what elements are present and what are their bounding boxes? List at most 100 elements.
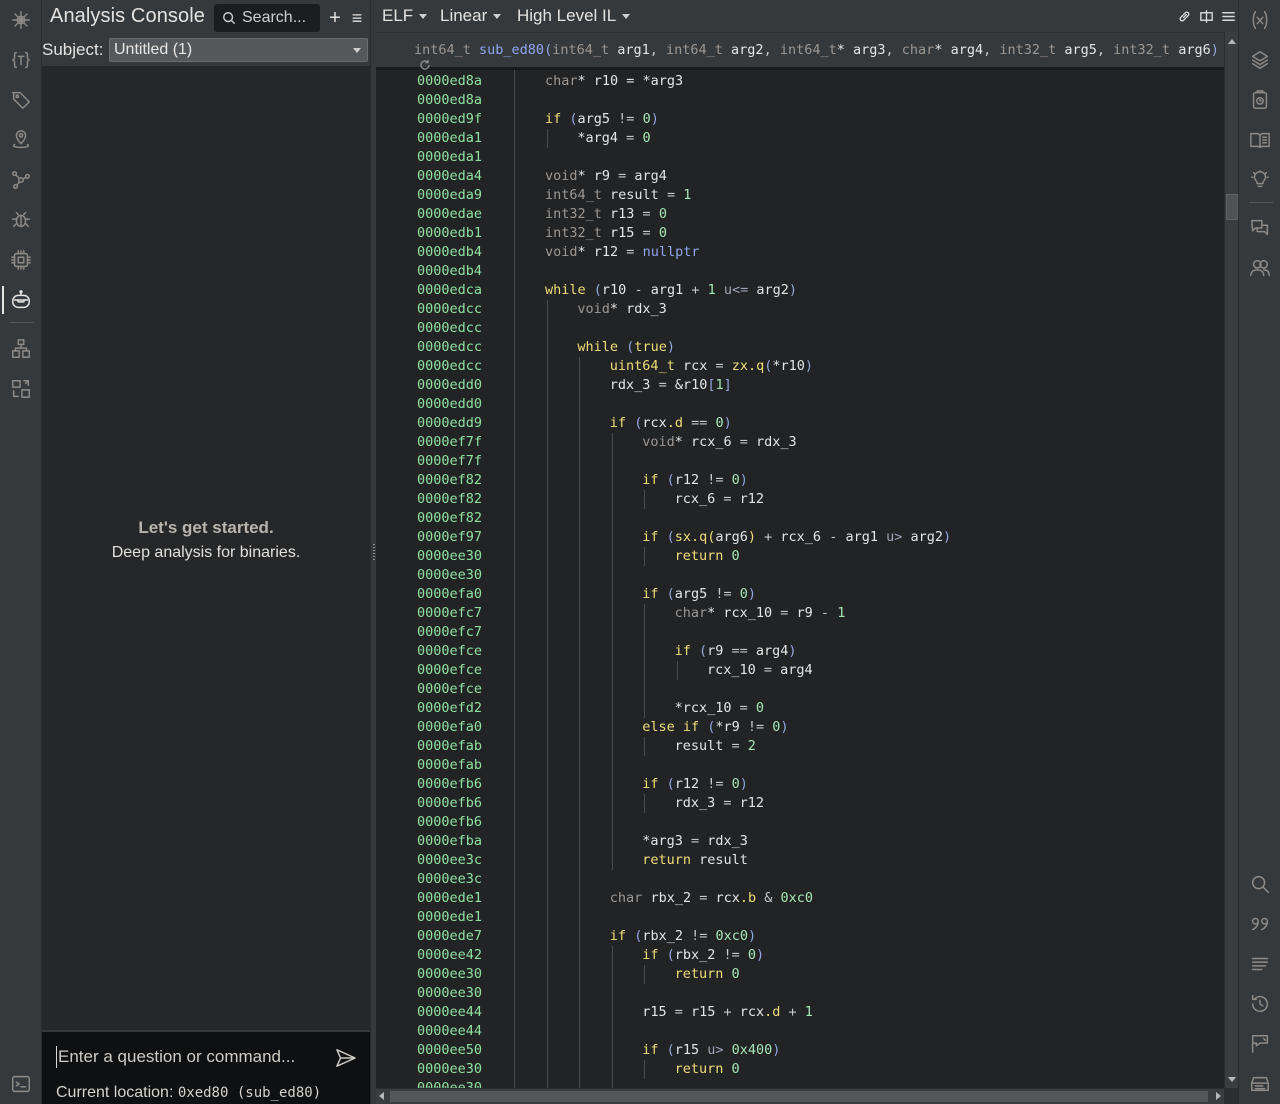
code-line[interactable]: 0000ef7f	[376, 452, 1224, 471]
code-line[interactable]: 0000ed8a char* r10 = *arg3	[376, 72, 1224, 91]
horizontal-scrollbar[interactable]	[376, 1088, 1224, 1104]
book-icon[interactable]	[1239, 122, 1280, 158]
line-address[interactable]: 0000ee30	[417, 566, 482, 585]
line-address[interactable]: 0000edcc	[417, 319, 482, 338]
code-line[interactable]: 0000ee42 if (rbx_2 != 0)	[376, 946, 1224, 965]
line-address[interactable]: 0000edd0	[417, 376, 482, 395]
line-address[interactable]: 0000ee44	[417, 1003, 482, 1022]
chat-icon[interactable]	[1239, 210, 1280, 246]
code-line[interactable]: 0000efab result = 2	[376, 737, 1224, 756]
logo-icon[interactable]	[0, 2, 42, 38]
code-line[interactable]: 0000ef82	[376, 509, 1224, 528]
code-line[interactable]: 0000ede1 char rbx_2 = rcx.b & 0xc0	[376, 889, 1224, 908]
line-address[interactable]: 0000eda1	[417, 129, 482, 148]
line-address[interactable]: 0000efb6	[417, 813, 482, 832]
quote-icon[interactable]	[1239, 906, 1280, 942]
code-line[interactable]: 0000ef82 rcx_6 = r12	[376, 490, 1224, 509]
code-line[interactable]: 0000efa0 if (arg5 != 0)	[376, 585, 1224, 604]
chip-icon[interactable]	[0, 242, 42, 278]
view-type-dropdown[interactable]: ELF	[382, 6, 428, 26]
scroll-right-arrow[interactable]	[1210, 1089, 1224, 1104]
line-address[interactable]: 0000ef7f	[417, 433, 482, 452]
line-address[interactable]: 0000ed9f	[417, 110, 482, 129]
scroll-thumb-horizontal[interactable]	[390, 1091, 1208, 1102]
code-line[interactable]: 0000eda1 *arg4 = 0	[376, 129, 1224, 148]
subject-select[interactable]: Untitled (1)	[109, 38, 368, 62]
code-line[interactable]: 0000ee3c return result	[376, 851, 1224, 870]
code-line[interactable]: 0000efce if (r9 == arg4)	[376, 642, 1224, 661]
line-address[interactable]: 0000edb1	[417, 224, 482, 243]
code-line[interactable]: 0000efb6 rdx_3 = r12	[376, 794, 1224, 813]
code-line[interactable]: 0000ede7 if (rbx_2 != 0xc0)	[376, 927, 1224, 946]
history-icon[interactable]	[1239, 986, 1280, 1022]
code-line[interactable]: 0000eda4 void* r9 = arg4	[376, 167, 1224, 186]
code-line[interactable]: 0000efce	[376, 680, 1224, 699]
line-address[interactable]: 0000efce	[417, 661, 482, 680]
line-address[interactable]: 0000ee44	[417, 1022, 482, 1041]
code-line[interactable]: 0000efb6	[376, 813, 1224, 832]
code-line[interactable]: 0000edcc while (true)	[376, 338, 1224, 357]
line-address[interactable]: 0000ef82	[417, 509, 482, 528]
code-line[interactable]: 0000edb4	[376, 262, 1224, 281]
line-address[interactable]: 0000efb6	[417, 794, 482, 813]
line-address[interactable]: 0000efce	[417, 642, 482, 661]
line-address[interactable]: 0000edcc	[417, 357, 482, 376]
line-address[interactable]: 0000ede7	[417, 927, 482, 946]
code-line[interactable]: 0000efba *arg3 = rdx_3	[376, 832, 1224, 851]
code-line[interactable]: 0000ede1	[376, 908, 1224, 927]
cross-reference-icon[interactable]	[0, 371, 42, 407]
line-address[interactable]: 0000ede1	[417, 889, 482, 908]
code-line[interactable]: 0000ef7f void* rcx_6 = rdx_3	[376, 433, 1224, 452]
variables-icon[interactable]	[1239, 2, 1280, 38]
line-address[interactable]: 0000ee30	[417, 984, 482, 1003]
code-line[interactable]: 0000ee30	[376, 984, 1224, 1003]
types-icon[interactable]	[0, 42, 42, 78]
code-line[interactable]: 0000edca while (r10 - arg1 + 1 u<= arg2)	[376, 281, 1224, 300]
code-line[interactable]: 0000ee30 return 0	[376, 965, 1224, 984]
line-address[interactable]: 0000edb4	[417, 243, 482, 262]
code-line[interactable]: 0000ee30	[376, 566, 1224, 585]
code-line[interactable]: 0000ee44	[376, 1022, 1224, 1041]
line-address[interactable]: 0000edd0	[417, 395, 482, 414]
line-address[interactable]: 0000edcc	[417, 300, 482, 319]
line-address[interactable]: 0000ee50	[417, 1041, 482, 1060]
line-address[interactable]: 0000edb4	[417, 262, 482, 281]
line-address[interactable]: 0000ed8a	[417, 72, 482, 91]
line-address[interactable]: 0000efab	[417, 756, 482, 775]
tag-flag-icon[interactable]	[1239, 1026, 1280, 1062]
terminal-icon[interactable]	[0, 1066, 42, 1102]
code-line[interactable]: 0000ee30	[376, 1079, 1224, 1088]
line-address[interactable]: 0000ee30	[417, 1060, 482, 1079]
code-line[interactable]: 0000ee50 if (r15 u> 0x400)	[376, 1041, 1224, 1060]
line-address[interactable]: 0000ef82	[417, 490, 482, 509]
line-address[interactable]: 0000ef82	[417, 471, 482, 490]
code-line[interactable]: 0000edcc	[376, 319, 1224, 338]
code-line[interactable]: 0000ee3c	[376, 870, 1224, 889]
line-address[interactable]: 0000edae	[417, 205, 482, 224]
split-view-icon[interactable]	[1197, 6, 1215, 26]
graph-icon[interactable]	[0, 162, 42, 198]
line-address[interactable]: 0000edd9	[417, 414, 482, 433]
line-address[interactable]: 0000ee3c	[417, 851, 482, 870]
send-button[interactable]	[332, 1046, 360, 1070]
code-line[interactable]: 0000edcc uint64_t rcx = zx.q(*r10)	[376, 357, 1224, 376]
scroll-up-arrow[interactable]	[1227, 36, 1237, 46]
list-icon[interactable]	[1239, 946, 1280, 982]
line-address[interactable]: 0000ee30	[417, 1079, 482, 1088]
console-search-input[interactable]: Search...	[214, 4, 320, 32]
line-address[interactable]: 0000eda9	[417, 186, 482, 205]
line-address[interactable]: 0000edca	[417, 281, 482, 300]
code-line[interactable]: 0000efc7	[376, 623, 1224, 642]
code-line[interactable]: 0000ed8a	[376, 91, 1224, 110]
code-line[interactable]: 0000edb4 void* r12 = nullptr	[376, 243, 1224, 262]
line-address[interactable]: 0000ef97	[417, 528, 482, 547]
hierarchy-icon[interactable]	[0, 331, 42, 367]
code-line[interactable]: 0000edae int32_t r13 = 0	[376, 205, 1224, 224]
line-address[interactable]: 0000ed8a	[417, 91, 482, 110]
location-icon[interactable]	[0, 122, 42, 158]
il-level-dropdown[interactable]: High Level IL	[517, 6, 631, 26]
function-name[interactable]: sub_ed80	[479, 42, 544, 58]
line-address[interactable]: 0000eda4	[417, 167, 482, 186]
code-line[interactable]: 0000edd0	[376, 395, 1224, 414]
line-address[interactable]: 0000ee3c	[417, 870, 482, 889]
